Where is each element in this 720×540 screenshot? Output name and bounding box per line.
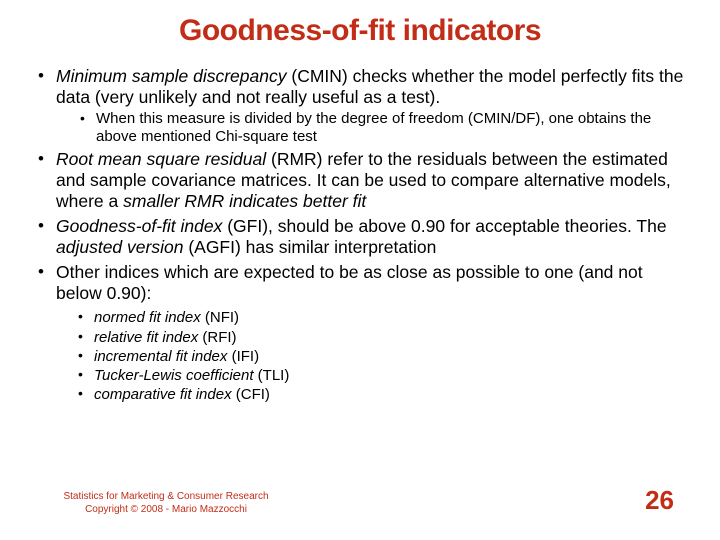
text: (CFI) xyxy=(232,386,270,403)
emphasis: smaller RMR indicates better fit xyxy=(123,191,366,211)
term: Tucker-Lewis coefficient xyxy=(94,367,254,384)
footer-line: Statistics for Marketing & Consumer Rese… xyxy=(36,491,296,504)
term: relative fit index xyxy=(94,329,198,346)
sub-bullet-list: When this measure is divided by the degr… xyxy=(56,110,690,145)
text: Other indices which are expected to be a… xyxy=(56,262,643,303)
page-number: 26 xyxy=(645,485,674,516)
term: Minimum sample discrepancy xyxy=(56,66,287,86)
bullet-item: Root mean square residual (RMR) refer to… xyxy=(48,149,690,212)
footer-line: Copyright © 2008 - Mario Mazzocchi xyxy=(36,504,296,517)
text: (IFI) xyxy=(227,348,259,365)
text: (NFI) xyxy=(201,309,239,326)
text: (AGFI) has similar interpretation xyxy=(183,237,436,257)
bullet-list: Minimum sample discrepancy (CMIN) checks… xyxy=(30,66,690,404)
term: comparative fit index xyxy=(94,386,232,403)
bullet-item: Goodness-of-fit index (GFI), should be a… xyxy=(48,216,690,258)
text: (RFI) xyxy=(198,329,236,346)
term: incremental fit index xyxy=(94,348,227,365)
bullet-item: Other indices which are expected to be a… xyxy=(48,262,690,404)
term: Root mean square residual xyxy=(56,149,266,169)
term: normed fit index xyxy=(94,309,201,326)
term: Goodness-of-fit index xyxy=(56,216,222,236)
sub-bullet-item: comparative fit index (CFI) xyxy=(86,385,690,404)
text: (TLI) xyxy=(254,367,290,384)
sub-bullet-item: When this measure is divided by the degr… xyxy=(88,110,690,145)
text: When this measure is divided by the degr… xyxy=(96,110,651,145)
sub-bullet-item: relative fit index (RFI) xyxy=(86,328,690,347)
slide: Goodness-of-fit indicators Minimum sampl… xyxy=(0,0,720,540)
text: (GFI), should be above 0.90 for acceptab… xyxy=(222,216,666,236)
sub-bullet-item: Tucker-Lewis coefficient (TLI) xyxy=(86,366,690,385)
emphasis: adjusted version xyxy=(56,237,183,257)
slide-footer: Statistics for Marketing & Consumer Rese… xyxy=(0,491,720,516)
sub-bullet-item: incremental fit index (IFI) xyxy=(86,347,690,366)
sub-bullet-list: normed fit index (NFI) relative fit inde… xyxy=(56,308,690,404)
slide-title: Goodness-of-fit indicators xyxy=(30,0,690,66)
bullet-item: Minimum sample discrepancy (CMIN) checks… xyxy=(48,66,690,145)
sub-bullet-item: normed fit index (NFI) xyxy=(86,308,690,327)
footer-text: Statistics for Marketing & Consumer Rese… xyxy=(36,491,296,516)
